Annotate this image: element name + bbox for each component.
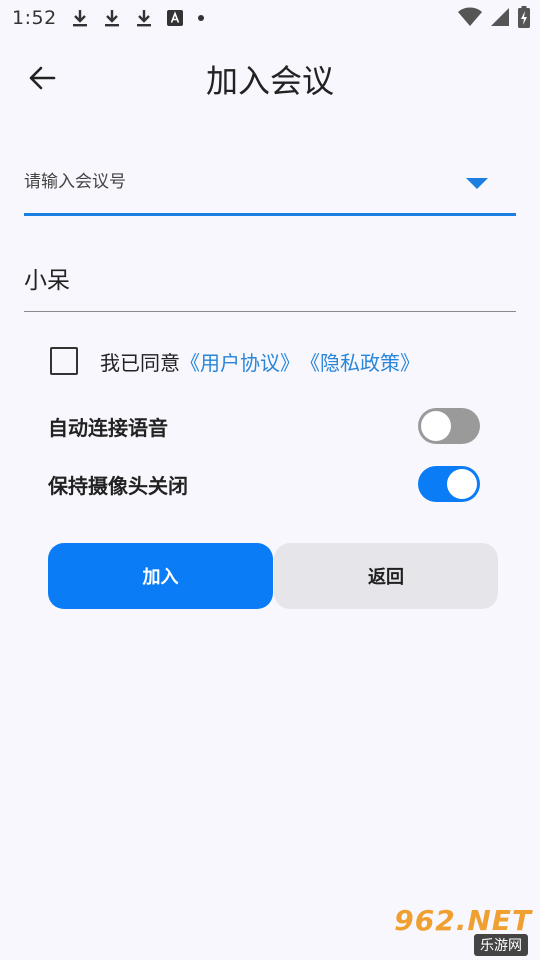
triangle-down-icon[interactable] bbox=[466, 178, 488, 189]
watermark-sub: 乐游网 bbox=[474, 934, 528, 956]
name-input[interactable] bbox=[24, 258, 504, 298]
join-button[interactable]: 加入 bbox=[48, 543, 273, 609]
camera-off-row: 保持摄像头关闭 bbox=[48, 464, 480, 504]
download-icon bbox=[103, 8, 121, 28]
battery-charging-icon bbox=[518, 6, 530, 32]
switch-knob bbox=[447, 469, 477, 499]
page-title: 加入会议 bbox=[205, 62, 334, 100]
download-icon bbox=[135, 8, 153, 28]
camera-off-label: 保持摄像头关闭 bbox=[48, 473, 188, 498]
auto-audio-switch[interactable] bbox=[418, 408, 480, 444]
agreement-checkbox[interactable] bbox=[50, 347, 78, 375]
status-bar: 1:52 bbox=[0, 0, 540, 36]
meeting-number-field bbox=[24, 150, 516, 216]
agreement-text: 我已同意 bbox=[100, 350, 180, 375]
switch-knob bbox=[421, 411, 451, 441]
auto-audio-row: 自动连接语音 bbox=[48, 406, 480, 446]
signal-icon bbox=[490, 7, 510, 31]
privacy-policy-link[interactable]: 《隐私政策》 bbox=[300, 347, 420, 376]
watermark-logo: 962.NET bbox=[394, 904, 532, 937]
download-icon bbox=[71, 8, 89, 28]
dot-icon bbox=[197, 14, 205, 22]
auto-audio-label: 自动连接语音 bbox=[48, 415, 168, 440]
meeting-number-input[interactable] bbox=[24, 164, 454, 200]
name-field bbox=[24, 250, 516, 312]
status-time: 1:52 bbox=[12, 7, 57, 29]
text-a-icon bbox=[166, 10, 183, 26]
camera-off-switch[interactable] bbox=[418, 466, 480, 502]
user-agreement-link[interactable]: 《用户协议》 bbox=[180, 347, 300, 376]
watermark: 962.NET 乐游网 bbox=[394, 904, 532, 956]
return-button[interactable]: 返回 bbox=[274, 543, 498, 609]
wifi-icon bbox=[458, 7, 482, 31]
agreement-row: 我已同意 《用户协议》 《隐私政策》 bbox=[48, 344, 420, 378]
